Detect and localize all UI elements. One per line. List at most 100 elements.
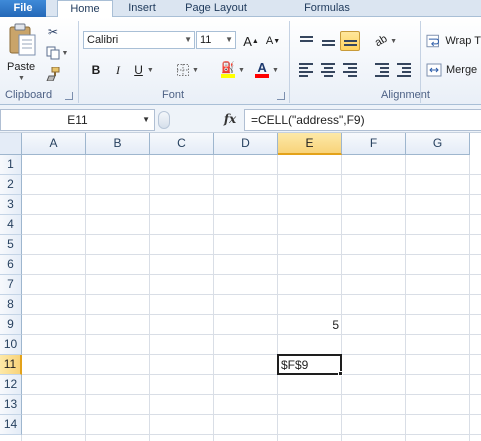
merge-label: Merge [446, 64, 478, 76]
grow-font-button[interactable]: A ▲ [241, 31, 261, 51]
gridline [22, 294, 481, 295]
group-divider [78, 21, 79, 103]
row-header-11[interactable]: 11 [0, 355, 22, 375]
column-header-c[interactable]: C [150, 133, 214, 155]
copy-icon[interactable]: ▼ [44, 44, 70, 62]
gridline [22, 434, 481, 435]
clipboard-dialog-launcher-icon[interactable] [65, 92, 73, 100]
borders-icon [177, 64, 190, 76]
align-center-button[interactable] [318, 60, 338, 80]
insert-function-button[interactable]: fx [222, 110, 238, 130]
row-header-6[interactable]: 6 [0, 255, 22, 275]
font-color-swatch [255, 74, 270, 78]
bold-label: B [91, 63, 101, 77]
row-header-2[interactable]: 2 [0, 175, 22, 195]
fill-color-button[interactable]: ⛽ ▼ [218, 60, 248, 80]
align-bottom-icon [343, 36, 357, 46]
column-header-f[interactable]: F [342, 133, 406, 155]
paste-button[interactable]: Paste ▼ [4, 21, 40, 82]
active-cell-outline [277, 354, 342, 375]
row-header-3[interactable]: 3 [0, 195, 22, 215]
align-middle-icon [321, 36, 335, 46]
cut-icon[interactable]: ✂ [44, 23, 62, 41]
row-header-9[interactable]: 9 [0, 315, 22, 335]
align-bottom-button[interactable] [340, 31, 360, 51]
align-left-icon [299, 63, 313, 77]
shrink-font-button[interactable]: A ▼ [263, 31, 283, 51]
italic-button[interactable]: I [108, 60, 128, 80]
gridline [22, 394, 481, 395]
font-dialog-launcher-icon[interactable] [277, 92, 285, 100]
bold-button[interactable]: B [86, 60, 106, 80]
row-header-5[interactable]: 5 [0, 235, 22, 255]
chevron-down-icon: ▼ [18, 75, 25, 82]
tab-formulas[interactable]: Formulas [293, 0, 361, 17]
column-header-a[interactable]: A [22, 133, 86, 155]
align-middle-button[interactable] [318, 31, 338, 51]
column-header-b[interactable]: B [86, 133, 150, 155]
gridline [277, 155, 278, 441]
alignment-group-label: Alignment [381, 89, 430, 101]
column-header-g[interactable]: G [406, 133, 470, 155]
formula-bar-splitter[interactable] [158, 111, 170, 129]
font-size-select[interactable]: 11 ▼ [196, 31, 236, 49]
paint-bucket-icon: ⛽ [221, 62, 235, 74]
paste-label: Paste [7, 61, 36, 73]
row-header-7[interactable]: 7 [0, 275, 22, 295]
formula-input[interactable]: =CELL("address",F9) [244, 109, 481, 131]
cell-e9[interactable]: 5 [278, 315, 342, 335]
name-box[interactable]: E11 ▼ [0, 109, 155, 131]
group-divider [289, 21, 290, 103]
font-size-value: 11 [200, 34, 212, 46]
ribbon-home: Paste ▼ ✂ ▼ Clipboard Calibri ▼ 11 ▼ A ▲ … [0, 17, 481, 105]
gridline [22, 254, 481, 255]
wrap-text-label: Wrap T [445, 35, 481, 47]
select-all-button[interactable] [0, 133, 22, 155]
tab-page-layout[interactable]: Page Layout [176, 0, 256, 17]
gridline [22, 414, 481, 415]
grow-font-label: A [243, 33, 252, 49]
gridline [22, 174, 481, 175]
gridline [469, 155, 470, 441]
column-header-d[interactable]: D [214, 133, 278, 155]
align-right-icon [343, 63, 357, 77]
font-name-select[interactable]: Calibri ▼ [83, 31, 195, 49]
tab-home[interactable]: Home [57, 0, 113, 18]
format-painter-icon[interactable] [44, 65, 62, 83]
font-color-button[interactable]: A ▼ [252, 60, 282, 80]
row-header-14[interactable]: 14 [0, 415, 22, 435]
row-header-13[interactable]: 13 [0, 395, 22, 415]
row-header-8[interactable]: 8 [0, 295, 22, 315]
row-header-1[interactable]: 1 [0, 155, 22, 175]
orientation-button[interactable]: ab ▼ [372, 31, 400, 51]
chevron-down-icon: ▼ [390, 37, 398, 45]
gridline [405, 155, 406, 441]
group-divider [420, 21, 421, 103]
row-header-10[interactable]: 10 [0, 335, 22, 355]
borders-button[interactable]: ▼ [174, 60, 202, 80]
chevron-down-icon: ▼ [272, 66, 279, 74]
chevron-down-icon[interactable]: ▼ [142, 110, 150, 130]
align-right-button[interactable] [340, 60, 360, 80]
increase-indent-button[interactable] [394, 60, 414, 80]
column-header-e[interactable]: E [278, 133, 342, 155]
row-header-4[interactable]: 4 [0, 215, 22, 235]
underline-button[interactable]: U ▼ [130, 60, 158, 80]
gridline [149, 155, 150, 441]
align-left-button[interactable] [296, 60, 316, 80]
row-header-12[interactable]: 12 [0, 375, 22, 395]
tab-file[interactable]: File [0, 0, 46, 17]
gridline [22, 334, 481, 335]
shrink-font-label: A [265, 35, 274, 47]
merge-center-button[interactable]: Merge [426, 60, 481, 80]
decrease-indent-button[interactable] [372, 60, 392, 80]
increase-indent-icon [397, 63, 411, 77]
gridline [213, 155, 214, 441]
wrap-text-button[interactable]: Wrap T [426, 31, 481, 51]
fill-handle[interactable] [338, 371, 343, 376]
tab-insert[interactable]: Insert [118, 0, 166, 17]
gridline [22, 314, 481, 315]
align-top-button[interactable] [296, 31, 316, 51]
orientation-icon: ab [372, 32, 390, 50]
gridline [22, 214, 481, 215]
